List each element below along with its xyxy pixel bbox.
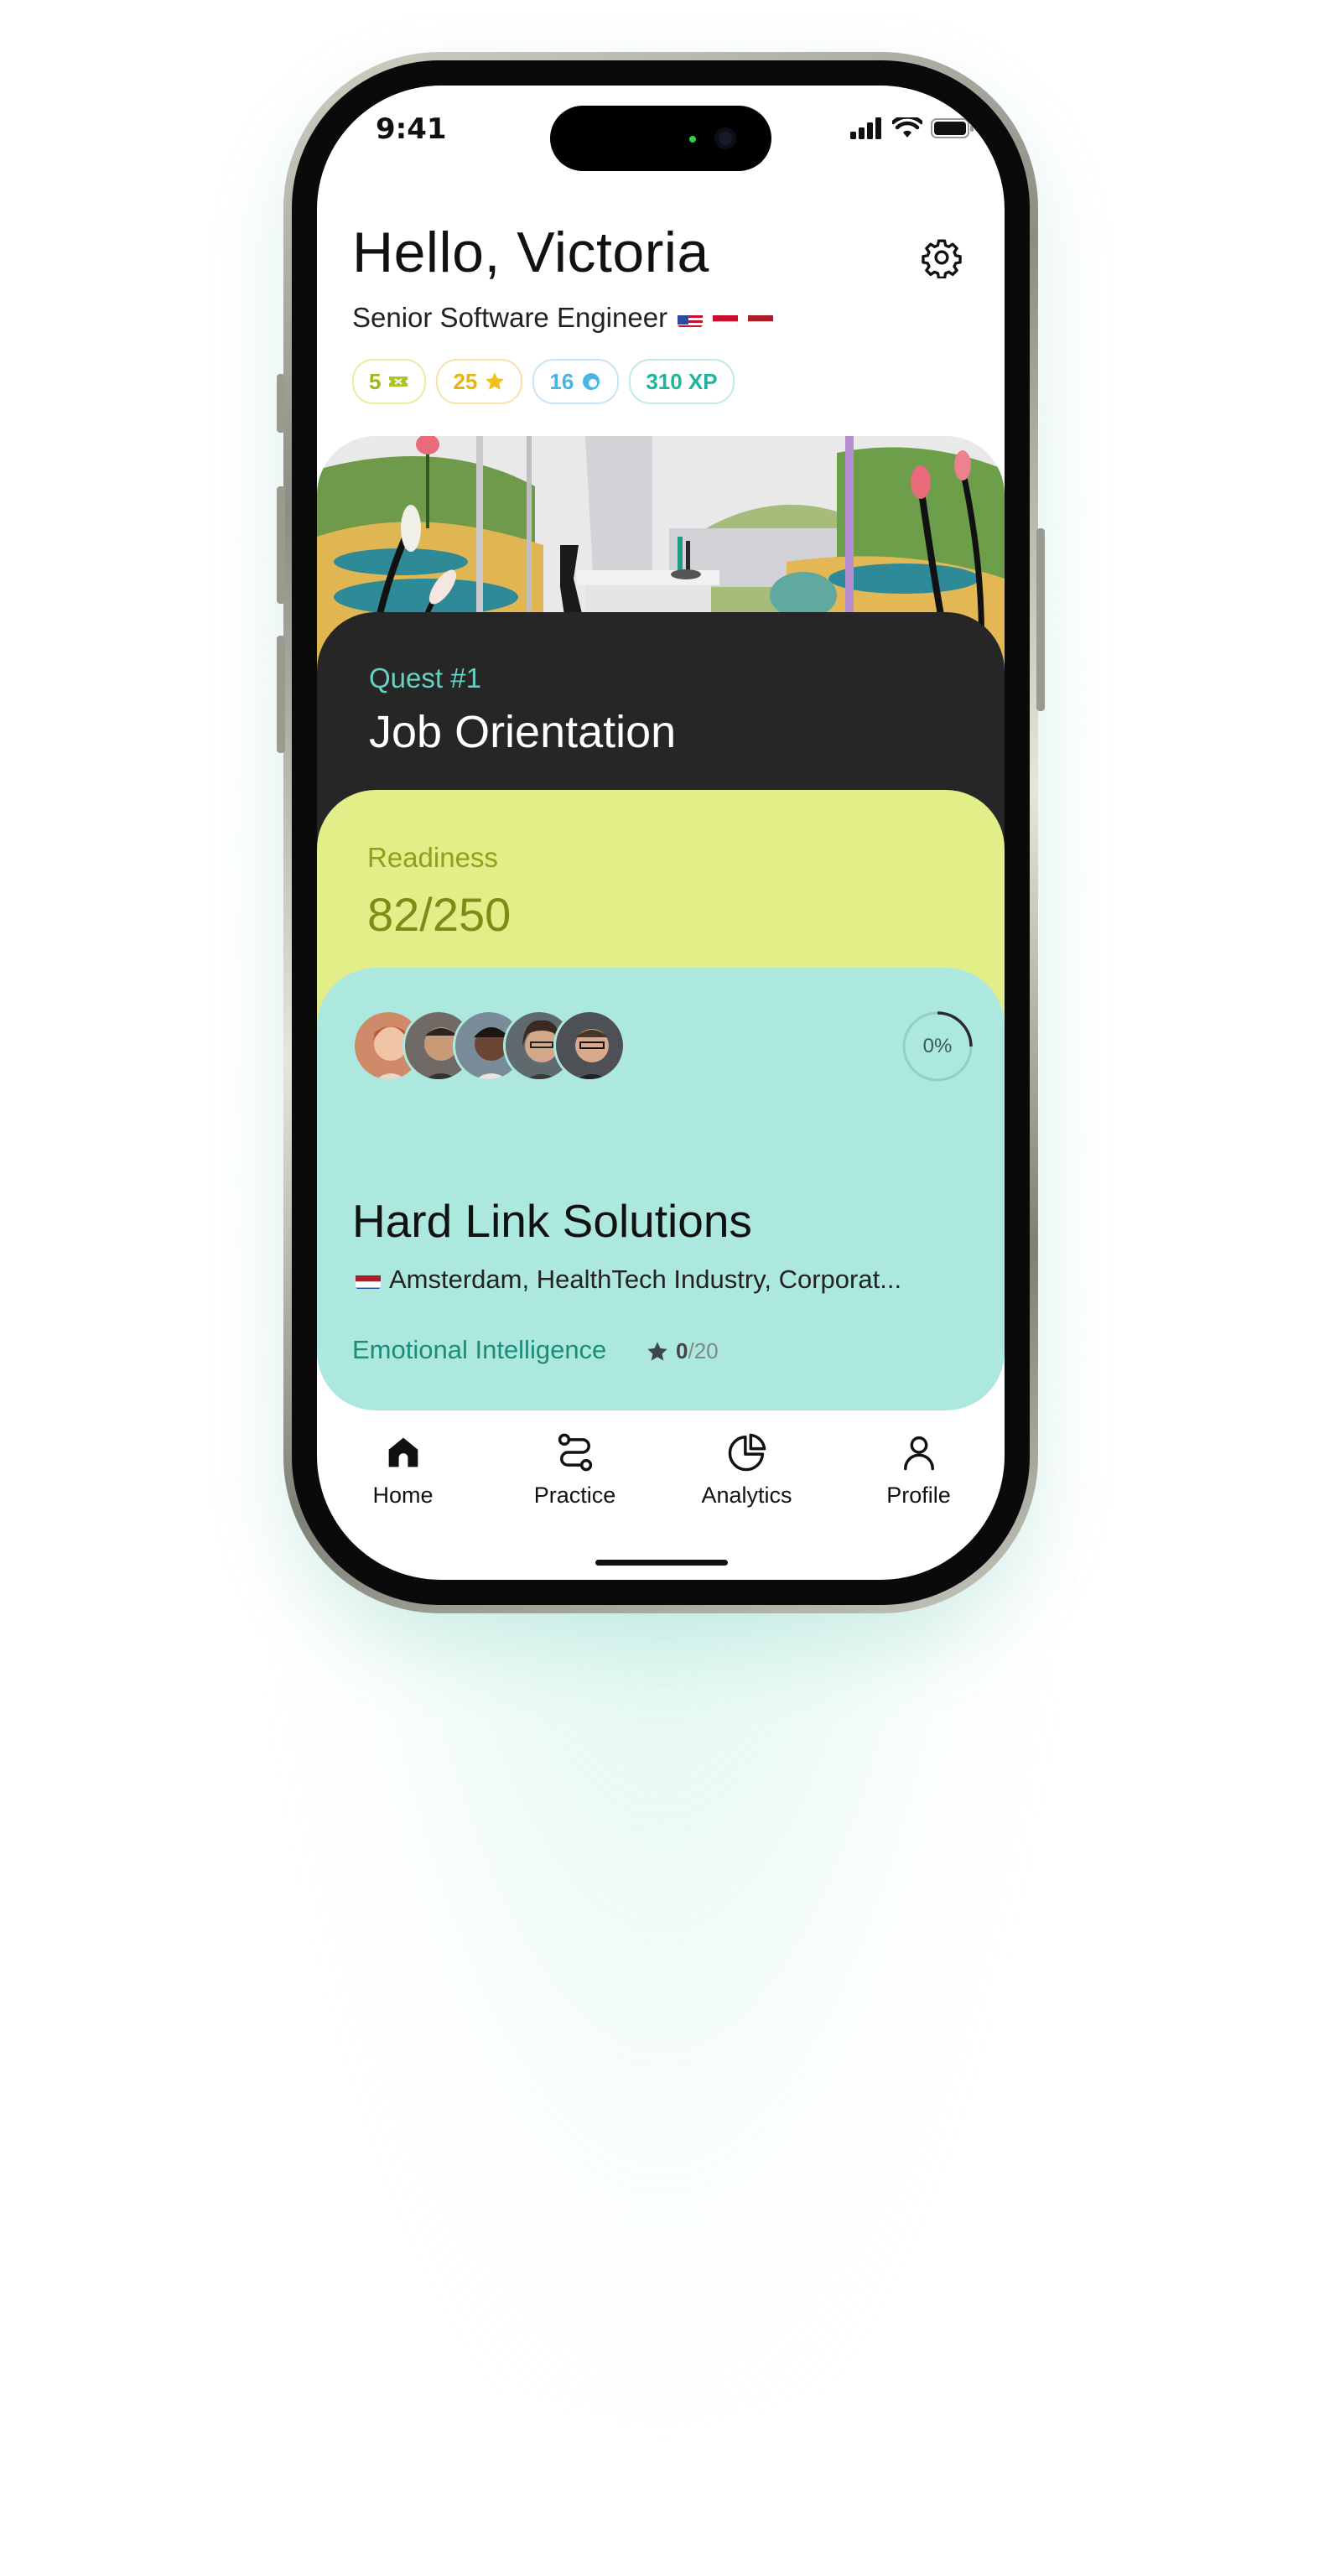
dynamic-island [550,106,771,171]
nav-label-profile: Profile [886,1483,951,1508]
star-icon [647,1341,667,1361]
action-button [277,374,285,433]
stats-chips: 5 25 16 310 XP [352,359,735,404]
greeting-title: Hello, Victoria [352,221,709,284]
volume-down-button [277,636,285,753]
status-icons [850,117,974,139]
stars-chip[interactable]: 25 [436,359,523,404]
role-text: Senior Software Engineer [352,302,668,333]
battery-icon [931,118,974,138]
signal-icon [850,117,881,139]
company-card[interactable]: 0% Hard Link Solutions Amsterdam, Health… [317,968,1005,1410]
team-avatars [352,1010,629,1082]
user-icon [903,1436,934,1471]
company-name: Hard Link Solutions [352,1195,752,1247]
route-icon [558,1433,592,1472]
bottom-nav: Home Practice Analytics Profile [317,1427,1005,1545]
skill-score: 0/20 [646,1338,719,1364]
spinner-icon [583,373,600,390]
tickets-count: 5 [369,368,382,394]
xp-value: 310 XP [646,368,718,394]
us-flag-icon [678,309,704,327]
role-line: Senior Software Engineer [352,302,774,334]
progress-percent: 0% [922,1035,953,1057]
pie-chart-icon [728,1433,766,1472]
camera-indicator-icon [689,136,696,143]
wifi-icon [892,117,922,138]
netherlands-flag-icon [356,1270,381,1289]
home-indicator[interactable] [595,1560,728,1566]
readiness-label: Readiness [367,842,498,873]
nav-item-profile[interactable]: Profile [833,1427,1005,1545]
austria-flag-icon [713,309,739,327]
quest-label: Quest #1 [369,662,481,693]
streak-count: 16 [549,368,574,394]
quest-title: Job Orientation [369,707,677,757]
score-value: 0 [676,1338,688,1363]
front-camera-icon [714,127,736,149]
stars-count: 25 [453,368,478,394]
power-button [1036,528,1045,711]
nav-item-practice[interactable]: Practice [489,1427,661,1545]
home-icon [388,1437,418,1467]
nav-label-practice: Practice [533,1483,616,1508]
nav-item-analytics[interactable]: Analytics [661,1427,833,1545]
location-text: Amsterdam, HealthTech Industry, Corporat… [389,1265,902,1294]
tickets-chip[interactable]: 5 [352,359,427,404]
volume-up-button [277,486,285,604]
readiness-value: 82/250 [367,888,512,941]
nav-label-home: Home [372,1483,434,1508]
phone-screen: 9:41 Hello, Victoria Senior Software Eng… [317,86,1005,1580]
streak-chip[interactable]: 16 [532,359,620,404]
star-icon [486,372,505,390]
ticket-icon [389,377,408,387]
company-location: Amsterdam, HealthTech Industry, Corporat… [352,1265,901,1295]
netherlands-flag-icon [748,309,774,327]
skill-label: Emotional Intelligence [352,1335,607,1364]
xp-chip[interactable]: 310 XP [629,359,735,404]
status-time: 9:41 [376,112,447,146]
avatar [553,1010,626,1082]
gear-icon[interactable] [921,236,963,278]
nav-item-home[interactable]: Home [317,1427,489,1545]
nav-label-analytics: Analytics [701,1483,792,1508]
score-total: /20 [688,1338,719,1363]
